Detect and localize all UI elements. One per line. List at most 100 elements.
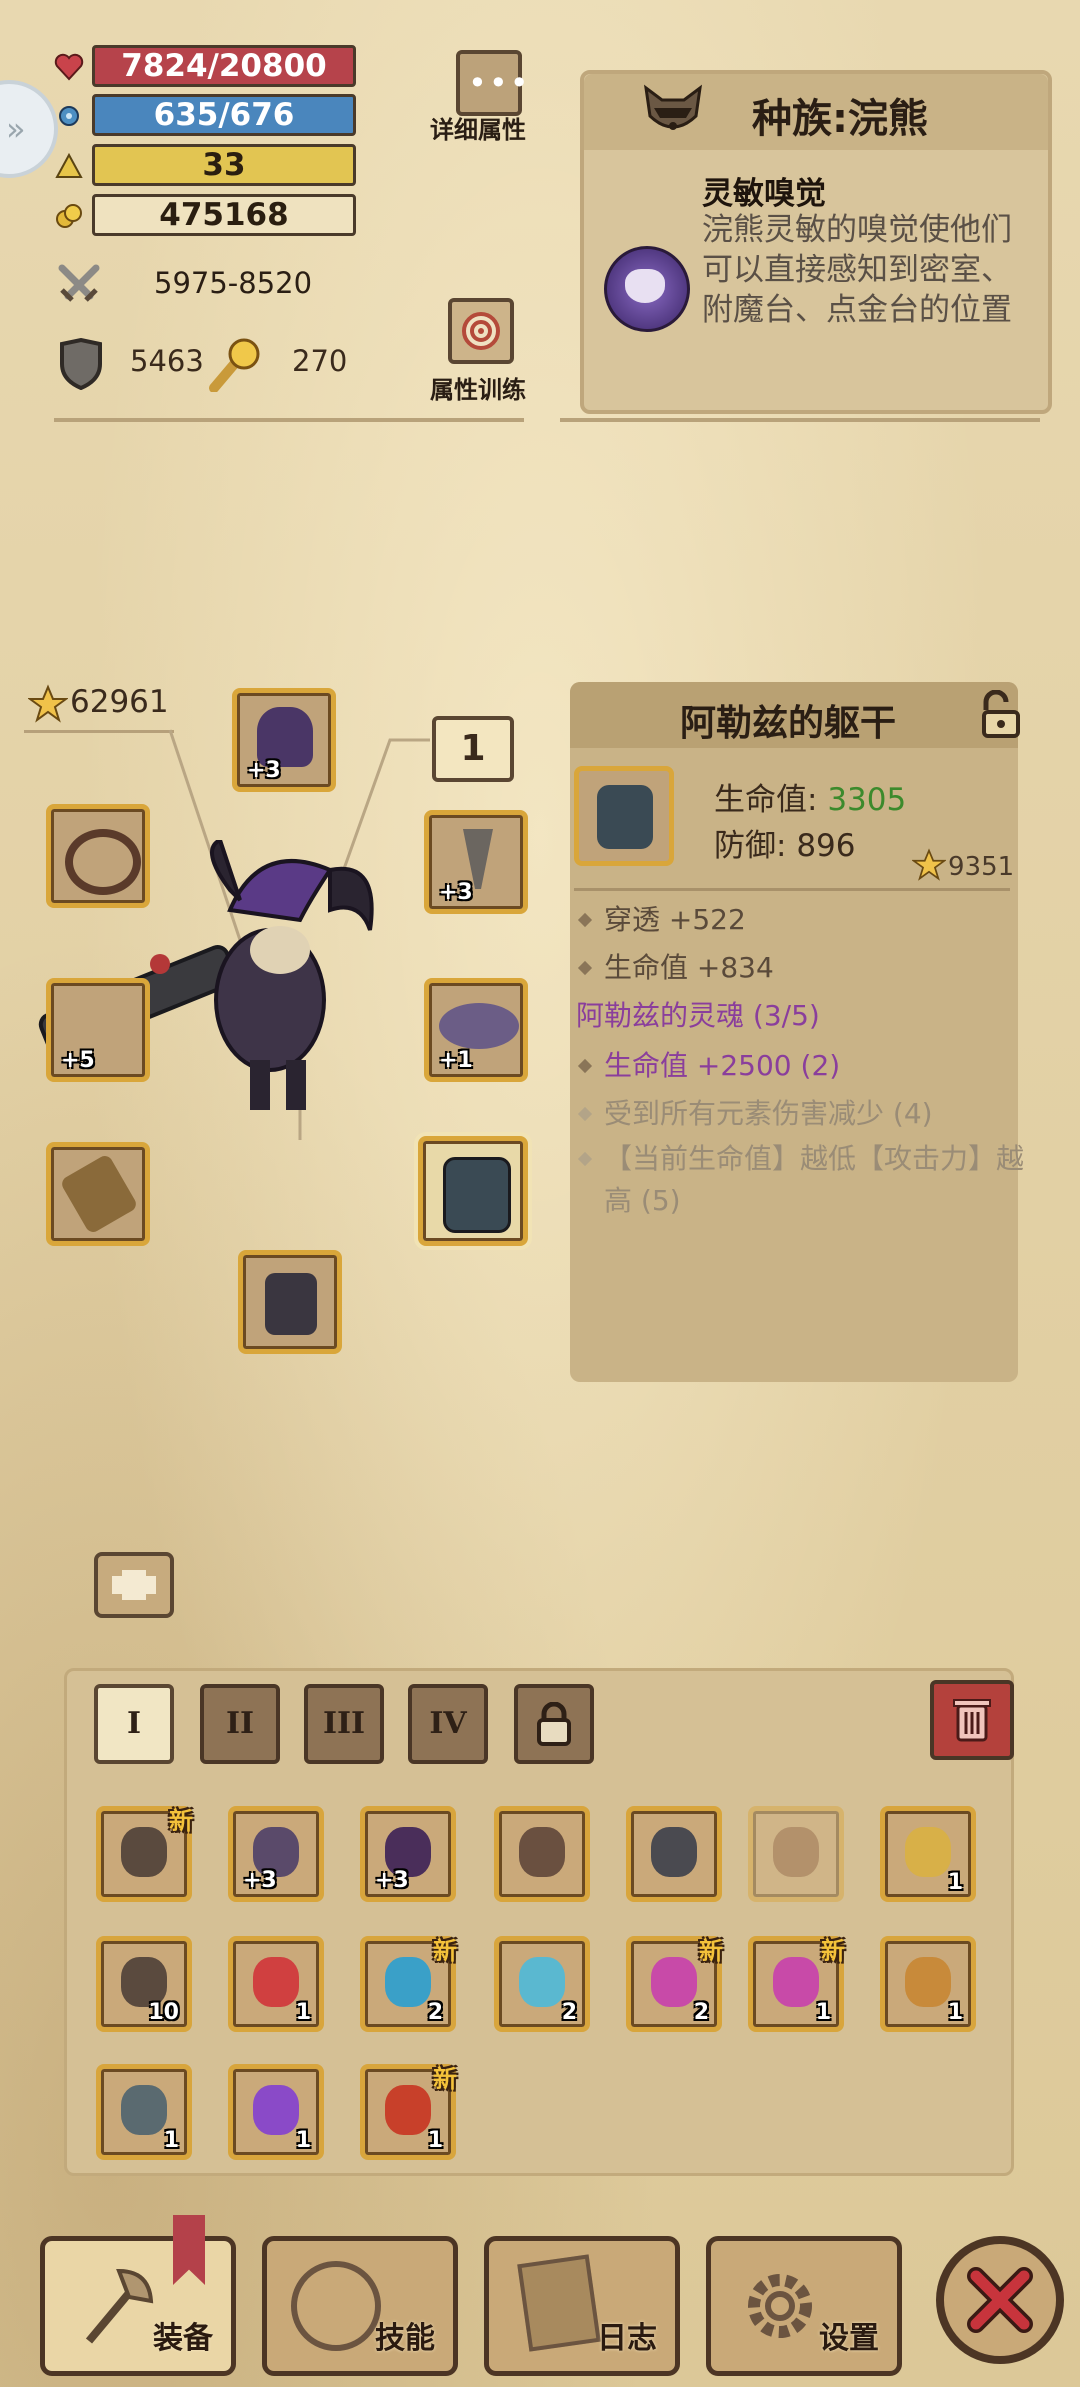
shoulder-plus: +1 <box>439 1048 473 1073</box>
mana-value: 635/676 <box>153 97 295 133</box>
nav-equipment[interactable]: 装备 <box>40 2215 236 2376</box>
add-slot-button[interactable] <box>94 1552 174 1618</box>
trash-icon <box>953 1699 991 1742</box>
crossbow-icon <box>121 1827 167 1877</box>
gold-value: 475168 <box>159 197 289 233</box>
item-count: 2 <box>561 2000 577 2025</box>
equip-slot-ring[interactable] <box>46 804 150 908</box>
gold-coins-icon <box>56 204 82 228</box>
crossed-swords-icon <box>58 264 100 302</box>
details-label: 详细属性 <box>430 116 526 144</box>
item-count: 1 <box>947 1870 963 1895</box>
inventory-slot[interactable]: 新2 <box>626 1936 723 2032</box>
inventory-slot[interactable]: 新1 <box>360 2064 457 2160</box>
dark-armor-icon <box>443 1157 511 1233</box>
fire-rune-icon <box>385 2085 431 2135</box>
nav-settings-label: 设置 <box>819 2321 879 2356</box>
inventory-slot[interactable]: 2 <box>494 1936 590 2032</box>
hp-bar: 7824/20800 <box>92 45 356 87</box>
inventory-slot[interactable] <box>626 1806 722 1902</box>
inventory-slot[interactable]: 10 <box>96 1936 192 2032</box>
tab-1[interactable]: I <box>94 1684 174 1764</box>
item-name: 阿勒兹的躯干 <box>680 703 897 744</box>
equip-slot-weapon[interactable]: +5 <box>46 978 150 1082</box>
race-title: 种族:浣熊 <box>752 96 928 142</box>
equip-slot-shoulder[interactable]: +1 <box>424 978 528 1082</box>
trash-button[interactable] <box>930 1680 1014 1760</box>
skills-emblem-icon <box>291 2261 381 2351</box>
item-thumbnail <box>574 766 674 866</box>
inventory-slot[interactable]: 1 <box>880 1936 976 2032</box>
nav-settings[interactable]: 设置 <box>706 2236 902 2376</box>
equip-slot-boots[interactable] <box>238 1250 342 1354</box>
lock-icon <box>537 1701 571 1746</box>
item-count: 1 <box>295 2128 311 2153</box>
tab-1-label: I <box>126 1706 142 1741</box>
purple-potion-icon <box>253 2085 299 2135</box>
axe-icon <box>85 2268 154 2344</box>
eye-scroll-icon <box>385 1957 431 2007</box>
details-button[interactable]: ••• <box>456 50 529 116</box>
divider-right <box>560 418 1040 422</box>
nav-skills-label: 技能 <box>375 2321 435 2356</box>
new-badge: 新 <box>169 1807 193 1835</box>
set-name: 阿勒兹的灵魂 (3/5) <box>576 999 820 1032</box>
tab-3[interactable]: III <box>304 1684 384 1764</box>
tab-locked[interactable] <box>514 1684 594 1764</box>
item-def-label: 防御: <box>714 828 787 864</box>
new-badge: 新 <box>699 1937 723 1965</box>
set-row-2: 受到所有元素伤害减少 (4) <box>577 1092 933 1132</box>
new-badge: 新 <box>821 1937 845 1965</box>
divider-left <box>54 418 524 422</box>
nav-log-label: 日志 <box>597 2321 657 2356</box>
race-skill-desc: 浣熊灵敏的嗅觉使他们可以直接感知到密室、附魔台、点金台的位置 <box>702 212 1012 328</box>
inventory-slot[interactable]: +3 <box>360 1806 456 1902</box>
equip-slot-helmet[interactable]: +3 <box>232 688 336 792</box>
inventory-slot[interactable]: 1 <box>880 1806 976 1902</box>
equip-slot-gloves[interactable] <box>46 1142 150 1246</box>
tab-4[interactable]: IV <box>408 1684 488 1764</box>
blue-potion-icon <box>519 1957 565 2007</box>
attr-penetration: 穿透 +522 <box>604 903 746 936</box>
star-icon <box>912 848 946 881</box>
raccoon-icon <box>644 84 702 130</box>
item-plus: +3 <box>375 1868 409 1893</box>
bullet-icon <box>577 960 593 976</box>
tab-2-label: II <box>225 1706 255 1741</box>
inventory-slot[interactable]: 1 <box>96 2064 192 2160</box>
item-count: 1 <box>295 2000 311 2025</box>
inventory-slot[interactable]: 1 <box>228 2064 324 2160</box>
close-button[interactable] <box>936 2236 1064 2364</box>
inventory-slot[interactable]: +3 <box>228 1806 324 1902</box>
tab-2[interactable]: II <box>200 1684 280 1764</box>
attr-row-1: 穿透 +522 <box>577 898 746 938</box>
inventory-slot[interactable] <box>748 1806 844 1902</box>
page-number-badge[interactable]: 1 <box>432 716 514 782</box>
set-bonus-1: 生命值 +2500 (2) <box>604 1049 841 1082</box>
equip-slot-necklace[interactable]: +3 <box>424 810 528 914</box>
inventory-slot[interactable]: 新 <box>96 1806 193 1902</box>
lock-icon[interactable] <box>976 689 1026 740</box>
bullet-icon <box>577 1058 593 1074</box>
inventory-slot[interactable]: 1 <box>228 1936 324 2032</box>
nav-skills[interactable]: 技能 <box>262 2236 458 2376</box>
training-button[interactable] <box>448 298 514 364</box>
eye-helmet-icon <box>651 1827 697 1877</box>
item-count: 2 <box>693 2000 709 2025</box>
equip-slot-armor[interactable] <box>418 1136 528 1246</box>
inventory-slot[interactable]: 新1 <box>748 1936 845 2032</box>
defense-value: 5463 <box>130 344 204 378</box>
inventory-slot[interactable]: 新2 <box>360 1936 457 2032</box>
inventory-slot[interactable] <box>494 1806 590 1902</box>
power-value: 270 <box>292 344 348 378</box>
close-icon <box>967 2267 1033 2333</box>
shield-icon <box>60 338 102 390</box>
set-bonus-3: 【当前生命值】越低【攻击力】越高 (5) <box>604 1142 1025 1217</box>
set-row-1: 生命值 +2500 (2) <box>577 1044 841 1084</box>
more-dots-icon: ••• <box>468 64 531 102</box>
red-potion-icon <box>253 1957 299 2007</box>
item-def-row: 防御: 896 <box>714 820 855 865</box>
nav-log[interactable]: 日志 <box>484 2236 680 2376</box>
race-skill-name: 灵敏嗅觉 <box>702 176 826 212</box>
race-skill-icon <box>604 246 690 332</box>
